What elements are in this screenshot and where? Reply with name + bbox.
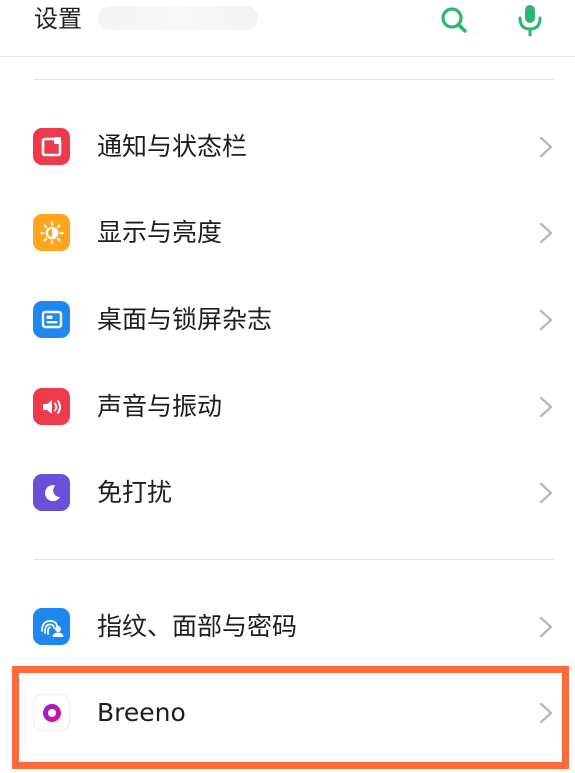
breeno-icon (33, 694, 70, 731)
settings-item-do-not-disturb[interactable]: 免打扰 (0, 450, 575, 536)
fingerprint-face-icon (33, 608, 70, 645)
section-divider (34, 79, 554, 80)
settings-item-label: 免打扰 (97, 478, 173, 507)
settings-item-notifications[interactable]: 通知与状态栏 (0, 104, 575, 190)
settings-item-label: 桌面与锁屏杂志 (97, 305, 273, 334)
brightness-icon (33, 214, 70, 251)
wallpaper-icon (33, 301, 70, 338)
settings-item-label: 指纹、面部与密码 (97, 612, 298, 641)
chevron-right-icon (539, 702, 553, 724)
search-icon (441, 7, 467, 33)
chevron-right-icon (539, 136, 553, 158)
speaker-icon (33, 388, 70, 425)
settings-item-sound[interactable]: 声音与振动 (0, 364, 575, 450)
settings-item-breeno[interactable]: Breeno (0, 670, 575, 756)
settings-item-label: Breeno (97, 698, 186, 727)
settings-item-label: 显示与亮度 (97, 218, 223, 247)
chevron-right-icon (539, 482, 553, 504)
settings-item-label: 声音与振动 (97, 392, 223, 421)
page-title: 设置 (34, 5, 82, 33)
section-divider (34, 559, 554, 560)
moon-icon (33, 474, 70, 511)
settings-item-wallpaper[interactable]: 桌面与锁屏杂志 (0, 277, 575, 363)
chevron-right-icon (539, 616, 553, 638)
chevron-right-icon (539, 222, 553, 244)
mic-icon (518, 5, 542, 37)
search-button[interactable] (436, 2, 472, 38)
notification-bar-icon (33, 128, 70, 165)
app-header: 设置 (0, 0, 575, 57)
settings-item-biometrics[interactable]: 指纹、面部与密码 (0, 584, 575, 670)
blurred-title-area (98, 6, 258, 30)
chevron-right-icon (539, 396, 553, 418)
chevron-right-icon (539, 309, 553, 331)
voice-search-button[interactable] (512, 2, 548, 38)
settings-screen: 设置 通知与状态栏 显示与亮度 桌面与锁屏杂志 声音与振动 免打扰 指纹、面部与… (0, 0, 575, 773)
settings-item-display[interactable]: 显示与亮度 (0, 190, 575, 276)
settings-item-label: 通知与状态栏 (97, 132, 248, 161)
